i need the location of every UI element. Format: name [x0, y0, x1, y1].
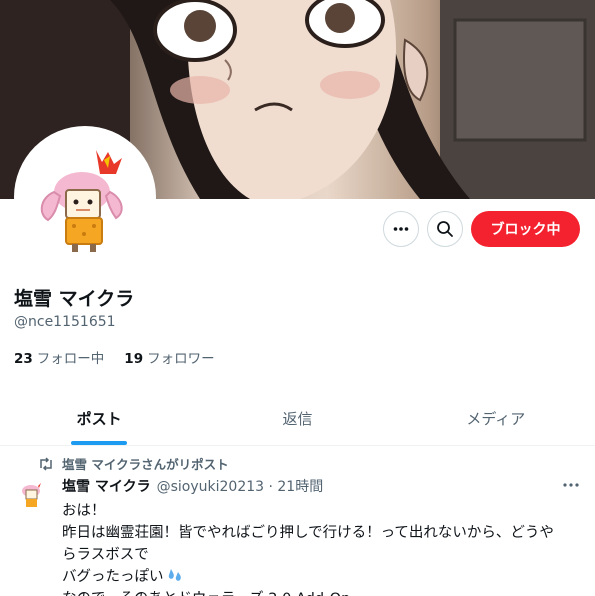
search-posts-button[interactable] — [427, 211, 463, 247]
more-horizontal-icon — [393, 227, 409, 231]
followers-link[interactable]: 19 フォロワー — [124, 347, 214, 367]
tab-replies-label: 返信 — [282, 410, 313, 428]
tab-replies[interactable]: 返信 — [198, 392, 396, 445]
profile-handle: @nce1151651 — [14, 314, 116, 330]
more-horizontal-icon — [563, 483, 579, 487]
tab-posts[interactable]: ポスト — [0, 392, 198, 445]
tab-media-label: メディア — [466, 410, 526, 428]
avatar-character-icon — [18, 130, 152, 264]
tab-posts-label: ポスト — [76, 410, 122, 428]
profile-tabs: ポスト 返信 メディア — [0, 392, 595, 446]
post-line-with-emoji: バグったっぽい — [62, 566, 582, 588]
repost-indicator[interactable]: 塩雪 マイクラさんがリポスト — [38, 454, 229, 473]
post-line: らラスボスで — [62, 547, 149, 563]
followers-label: フォロワー — [147, 351, 215, 367]
following-label: フォロー中 — [36, 351, 105, 367]
more-options-button[interactable] — [383, 211, 419, 247]
following-count: 23 — [14, 351, 33, 367]
post-author-avatar[interactable] — [16, 478, 48, 510]
follow-stats: 23 フォロー中 19 フォロワー — [14, 347, 215, 367]
post-author-meta[interactable]: @sioyuki20213 · 21時間 — [157, 476, 324, 496]
tab-media[interactable]: メディア — [397, 392, 595, 445]
active-tab-indicator — [71, 441, 128, 445]
repost-label: 塩雪 マイクラさんがリポスト — [62, 457, 229, 472]
search-icon — [437, 221, 453, 237]
profile-name: 塩雪 マイクラ — [14, 288, 135, 310]
post-author-name[interactable]: 塩雪 マイクラ — [62, 476, 151, 496]
following-link[interactable]: 23 フォロー中 — [14, 347, 104, 367]
blocked-button[interactable]: ブロック中 — [471, 211, 580, 247]
repost-icon — [40, 456, 52, 471]
post-line: おは！ — [62, 503, 106, 519]
post-more-button[interactable] — [560, 476, 582, 494]
post-text: おは！ 昨日は幽霊荘園！皆でやればごり押しで行ける！って出れないから、どうや ら… — [62, 500, 582, 596]
post-header: 塩雪 マイクラ @sioyuki20213 · 21時間 — [62, 476, 323, 496]
profile-avatar[interactable] — [18, 130, 152, 264]
sweat-droplets-icon — [168, 569, 181, 581]
author-avatar-icon — [16, 478, 48, 510]
followers-count: 19 — [124, 351, 144, 367]
post-line: 昨日は幽霊荘園！皆でやればごり押しで行ける！って出れないから、どうや — [62, 525, 554, 541]
post-line: なので、そのあとドウェラーズ 2.0 Add-On — [62, 588, 582, 596]
post-line: バグったっぽい — [62, 569, 164, 585]
